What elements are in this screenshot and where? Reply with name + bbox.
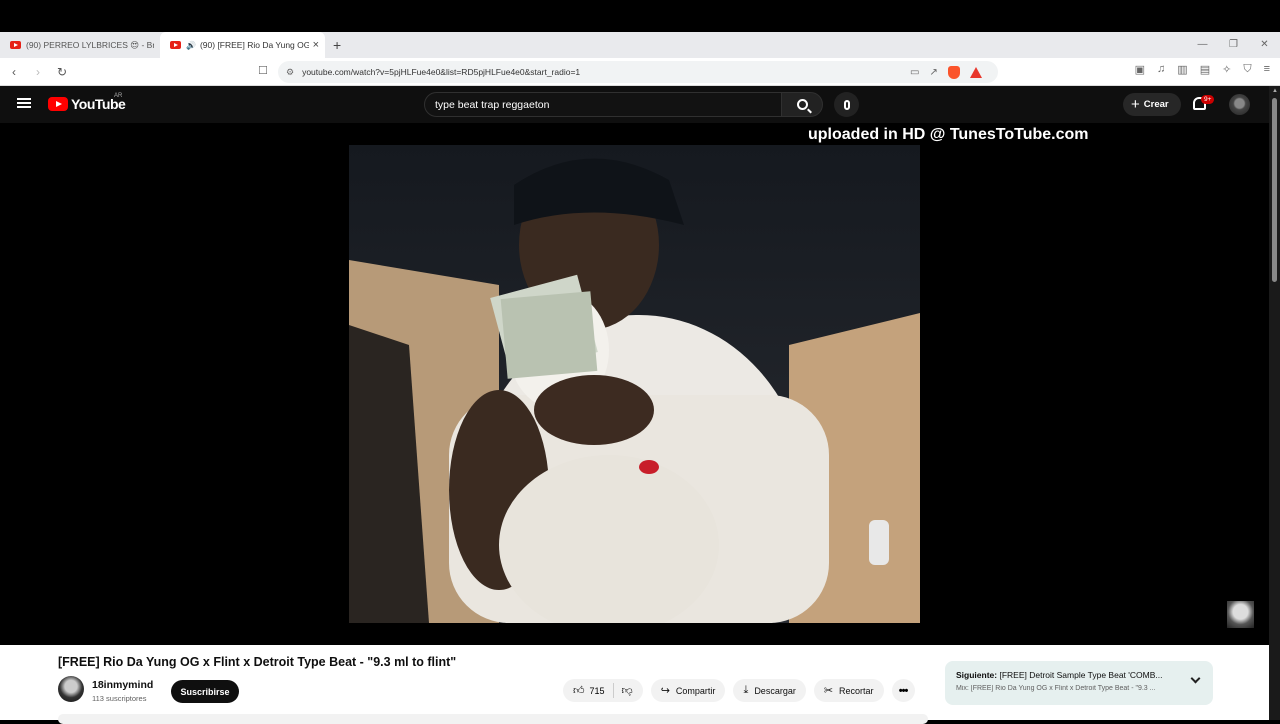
back-icon[interactable]: ‹ bbox=[4, 65, 24, 79]
thumbs-up-icon: 👍︎ bbox=[573, 685, 585, 697]
more-dots-icon: ••• bbox=[898, 684, 909, 697]
scrollbar-thumb[interactable] bbox=[1272, 98, 1277, 282]
video-actions: 👍︎ 715 👎︎ ↪ Compartir ⤓ Descargar ✂ Reco… bbox=[563, 679, 915, 702]
video-photo-illustration bbox=[349, 145, 920, 623]
plus-icon: + bbox=[1131, 96, 1140, 113]
close-tab-icon[interactable]: × bbox=[313, 39, 319, 51]
browser-nav-bar: ‹ › ↻ ☐ ⚙ youtube.com/watch?v=5pjHLFue4e… bbox=[0, 58, 1280, 86]
search-button[interactable] bbox=[781, 92, 823, 117]
reload-icon[interactable]: ↻ bbox=[52, 65, 72, 79]
download-label: Descargar bbox=[754, 685, 796, 696]
youtube-logo[interactable]: YouTube AR bbox=[48, 93, 126, 112]
search-box[interactable] bbox=[424, 92, 782, 117]
share-icon[interactable]: ↗ bbox=[929, 67, 937, 78]
brave-shield-icon[interactable] bbox=[947, 65, 960, 79]
youtube-favicon-icon bbox=[10, 41, 21, 49]
search-input[interactable] bbox=[435, 98, 781, 111]
wallet-icon[interactable]: ▤ bbox=[1200, 63, 1210, 76]
download-button[interactable]: ⤓ Descargar bbox=[733, 679, 806, 702]
share-arrow-icon: ↪ bbox=[660, 685, 670, 697]
video-info-section: [FREE] Rio Da Yung OG x Flint x Detroit … bbox=[0, 645, 1269, 724]
create-button[interactable]: + Crear bbox=[1123, 93, 1181, 116]
country-code: AR bbox=[114, 93, 123, 99]
scissors-icon: ✂ bbox=[823, 685, 834, 697]
leo-ai-icon[interactable]: ✧ bbox=[1222, 63, 1231, 76]
scroll-up-icon[interactable]: ▲ bbox=[1272, 88, 1278, 94]
screen-top-bar bbox=[0, 0, 1280, 32]
clip-label: Recortar bbox=[839, 685, 874, 696]
subscriber-count: 113 suscriptores bbox=[92, 694, 147, 703]
address-bar[interactable]: ⚙ youtube.com/watch?v=5pjHLFue4e0&list=R… bbox=[278, 61, 998, 83]
forward-icon[interactable]: › bbox=[28, 65, 48, 79]
up-next-prefix: Siguiente: bbox=[956, 670, 998, 680]
create-label: Crear bbox=[1143, 99, 1169, 110]
chevron-down-icon[interactable] bbox=[1190, 673, 1201, 684]
close-window-icon[interactable]: ✕ bbox=[1249, 32, 1280, 58]
voice-search-button[interactable] bbox=[834, 92, 859, 117]
tab-title: (90) PERREO LYLBRICES 😍 - Bruno bbox=[26, 39, 154, 50]
notification-badge: 9+ bbox=[1201, 95, 1215, 104]
microphone-icon bbox=[843, 99, 850, 110]
share-button[interactable]: ↪ Compartir bbox=[650, 679, 726, 702]
menu-icon[interactable]: ≡ bbox=[1264, 63, 1270, 76]
dislike-button[interactable]: 👎︎ bbox=[614, 684, 643, 697]
search-icon bbox=[796, 99, 808, 110]
video-title: [FREE] Rio Da Yung OG x Flint x Detroit … bbox=[58, 655, 457, 669]
like-button[interactable]: 👍︎ 715 bbox=[563, 683, 614, 698]
new-tab-button[interactable]: + bbox=[333, 32, 341, 58]
tab-title: (90) [FREE] Rio Da Yung OG x bbox=[199, 40, 309, 50]
browser-tab-1[interactable]: (90) PERREO LYLBRICES 😍 - Bruno bbox=[0, 32, 160, 58]
more-actions-button[interactable]: ••• bbox=[891, 679, 915, 702]
media-icon[interactable]: ♫ bbox=[1157, 63, 1165, 76]
like-dislike-group: 👍︎ 715 👎︎ bbox=[563, 679, 643, 702]
up-next-card[interactable]: Siguiente: [FREE] Detroit Sample Type Be… bbox=[945, 661, 1213, 705]
channel-avatar[interactable] bbox=[58, 676, 84, 702]
channel-watermark-thumbnail[interactable] bbox=[1227, 601, 1254, 628]
channel-name[interactable]: 18inmymind bbox=[92, 679, 153, 691]
video-watermark-text: uploaded in HD @ TunesToTube.com bbox=[808, 126, 1089, 143]
cast-icon[interactable]: ▭ bbox=[910, 67, 919, 78]
video-player[interactable]: uploaded in HD @ TunesToTube.com bbox=[0, 123, 1269, 645]
up-next-mix: Mix: [FREE] Rio Da Yung OG x Flint x Det… bbox=[956, 685, 1156, 692]
thumbs-down-icon: 👎︎ bbox=[621, 685, 633, 697]
bookmark-icon[interactable]: ☐ bbox=[258, 64, 268, 77]
up-next-line: Siguiente: [FREE] Detroit Sample Type Be… bbox=[956, 670, 1181, 680]
up-next-title: [FREE] Detroit Sample Type Beat 'COMB... bbox=[999, 670, 1163, 680]
page-scrollbar[interactable]: ▲ bbox=[1269, 86, 1280, 720]
subscribe-button[interactable]: Suscribirse bbox=[171, 680, 239, 703]
browser-tab-2-active[interactable]: 🔊 (90) [FREE] Rio Da Yung OG x × bbox=[160, 32, 325, 58]
browser-toolbar-right: ▣ ♫ ▥ ▤ ✧ ⛉ ≡ bbox=[1135, 63, 1270, 76]
translate-icon[interactable]: ▣ bbox=[1135, 63, 1145, 76]
browser-tab-strip: (90) PERREO LYLBRICES 😍 - Bruno 🔊 (90) [… bbox=[0, 32, 1280, 58]
clip-button[interactable]: ✂ Recortar bbox=[813, 679, 884, 702]
site-info-icon[interactable]: ⚙ bbox=[286, 67, 294, 78]
youtube-play-icon bbox=[48, 97, 68, 111]
description-box[interactable] bbox=[58, 714, 928, 724]
hamburger-menu-icon[interactable] bbox=[17, 98, 31, 108]
brave-rewards-icon[interactable] bbox=[969, 66, 982, 78]
restore-icon[interactable]: ❐ bbox=[1218, 32, 1249, 58]
share-label: Compartir bbox=[675, 685, 716, 696]
sidebar-icon[interactable]: ▥ bbox=[1177, 63, 1187, 76]
speaker-icon[interactable]: 🔊 bbox=[186, 41, 196, 50]
download-icon: ⤓ bbox=[743, 684, 749, 696]
youtube-favicon-icon bbox=[170, 41, 181, 49]
url-text: youtube.com/watch?v=5pjHLFue4e0&list=RD5… bbox=[302, 67, 581, 77]
window-controls: — ❐ ✕ bbox=[1187, 32, 1280, 58]
minimize-icon[interactable]: — bbox=[1187, 32, 1218, 58]
video-frame-image bbox=[349, 145, 920, 623]
youtube-header: YouTube AR + Crear 9+ bbox=[0, 86, 1280, 123]
account-avatar[interactable] bbox=[1229, 94, 1250, 115]
like-count: 715 bbox=[589, 685, 605, 696]
vpn-icon[interactable]: ⛉ bbox=[1243, 63, 1251, 76]
